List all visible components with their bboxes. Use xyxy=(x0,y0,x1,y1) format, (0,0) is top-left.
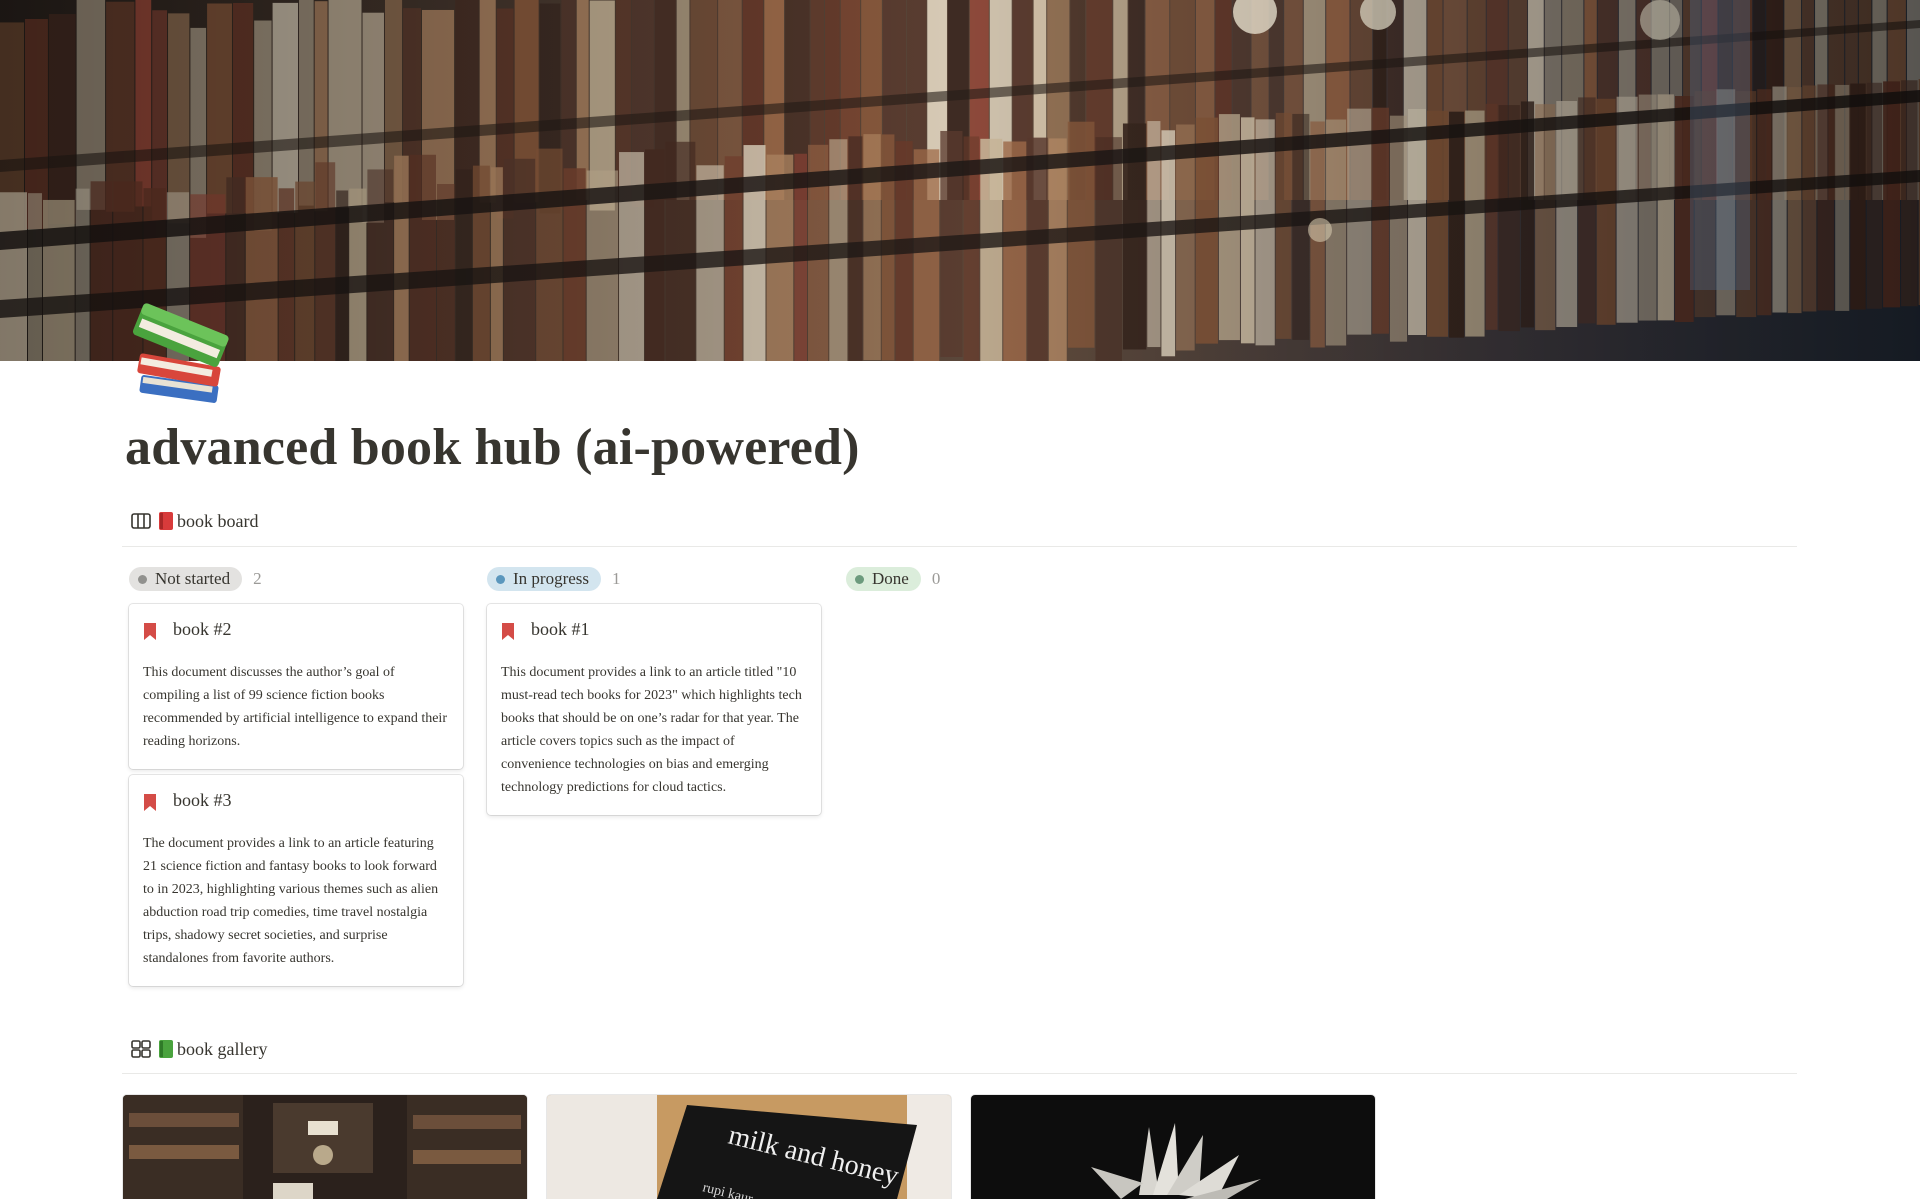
card-title: book #2 xyxy=(173,619,232,639)
status-badge: In progress xyxy=(487,567,602,591)
gallery-card[interactable] xyxy=(123,1095,527,1199)
status-badge: Not started xyxy=(129,567,243,591)
tab-label: book gallery xyxy=(177,1038,268,1059)
open-book-dark-photo xyxy=(971,1095,1375,1199)
column-header[interactable]: In progress 1 xyxy=(487,565,823,593)
card-summary: This document discusses the author’s goa… xyxy=(143,665,447,749)
status-label: Done xyxy=(872,569,909,588)
status-label: Not started xyxy=(155,569,231,588)
green-book-emoji-icon xyxy=(158,1039,174,1059)
board-card[interactable]: book #3 The document provides a link to … xyxy=(129,775,463,986)
board-column-in-progress: In progress 1 book #1 This document prov… xyxy=(487,565,823,821)
board-view-icon xyxy=(130,510,152,532)
bookmark-icon xyxy=(502,623,514,640)
divider xyxy=(122,1073,1797,1074)
cover-image xyxy=(0,0,1920,361)
bookmark-icon xyxy=(144,794,156,811)
card-summary: This document provides a link to an arti… xyxy=(501,665,802,795)
board-column-not-started: Not started 2 book #2 This document disc… xyxy=(129,565,465,992)
column-count: 0 xyxy=(931,569,941,588)
gallery-view-icon xyxy=(130,1038,152,1060)
books-emoji-icon[interactable] xyxy=(130,300,240,410)
gallery-card[interactable]: milk and honey rupi kaur xyxy=(547,1095,951,1199)
tab-label: book board xyxy=(177,510,259,531)
status-dot xyxy=(138,574,147,584)
column-header[interactable]: Done 0 xyxy=(846,565,1182,593)
status-label: In progress xyxy=(513,569,590,588)
gallery-card[interactable] xyxy=(971,1095,1375,1199)
board-column-done: Done 0 xyxy=(846,565,1182,604)
status-badge: Done xyxy=(846,567,921,591)
bookmark-icon xyxy=(144,623,156,640)
board-card[interactable]: book #1 This document provides a link to… xyxy=(487,604,821,815)
card-title: book #3 xyxy=(173,790,232,810)
column-count: 2 xyxy=(253,569,262,588)
card-title: book #1 xyxy=(531,619,590,639)
tab-book-gallery[interactable]: book gallery xyxy=(130,1033,267,1065)
column-count: 1 xyxy=(612,569,621,588)
page-title: advanced book hub (ai-powered) xyxy=(125,419,860,476)
bookstore-aisle-photo xyxy=(123,1095,527,1199)
milk-and-honey-book-photo: milk and honey rupi kaur xyxy=(547,1095,951,1199)
status-dot xyxy=(496,574,505,584)
status-dot xyxy=(855,574,864,584)
divider xyxy=(122,546,1797,547)
red-book-emoji-icon xyxy=(158,511,174,531)
column-header[interactable]: Not started 2 xyxy=(129,565,465,593)
board-card[interactable]: book #2 This document discusses the auth… xyxy=(129,604,463,769)
card-summary: The document provides a link to an artic… xyxy=(143,836,439,966)
tab-book-board[interactable]: book board xyxy=(130,505,258,537)
